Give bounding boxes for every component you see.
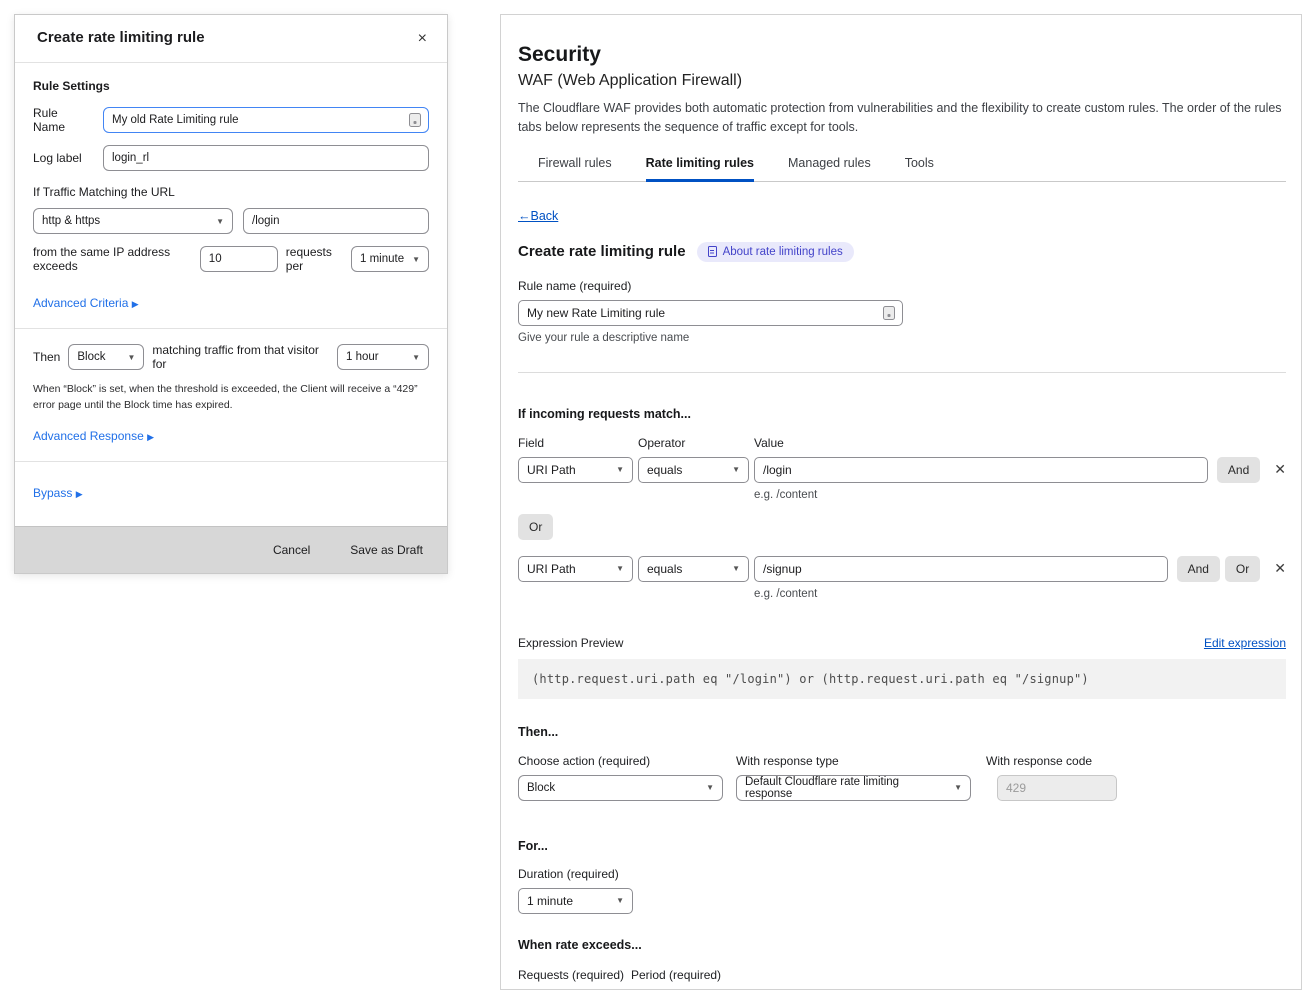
rule-name-input[interactable] bbox=[518, 300, 903, 326]
and-button[interactable]: And bbox=[1177, 556, 1220, 582]
rule-name-helper: Give your rule a descriptive name bbox=[518, 332, 1286, 344]
rule-name-input[interactable] bbox=[103, 107, 429, 133]
field-select[interactable]: URI Path ▼ bbox=[518, 457, 633, 483]
autofill-icon[interactable] bbox=[409, 113, 421, 127]
security-waf-panel: Security WAF (Web Application Firewall) … bbox=[500, 14, 1302, 990]
field-select[interactable]: URI Path ▼ bbox=[518, 556, 633, 582]
rule-name-label: Rule Name bbox=[33, 106, 93, 134]
modal-header: Create rate limiting rule × bbox=[15, 15, 447, 63]
cancel-button[interactable]: Cancel bbox=[273, 543, 310, 557]
for-heading: For... bbox=[518, 839, 1286, 853]
advanced-criteria-link[interactable]: Advanced Criteria ▶ bbox=[33, 296, 139, 310]
chevron-down-icon: ▼ bbox=[732, 465, 740, 474]
response-code-label: With response code bbox=[986, 754, 1092, 768]
period-select[interactable]: 1 minute ▼ bbox=[351, 246, 429, 272]
triangle-right-icon: ▶ bbox=[147, 432, 154, 442]
then-middle-text: matching traffic from that visitor for bbox=[152, 343, 329, 371]
ban-period-select[interactable]: 1 hour ▼ bbox=[337, 344, 429, 370]
chevron-down-icon: ▼ bbox=[412, 255, 420, 264]
requests-label: Requests (required) bbox=[518, 968, 631, 982]
or-button[interactable]: Or bbox=[1225, 556, 1260, 582]
tab-firewall-rules[interactable]: Firewall rules bbox=[538, 156, 612, 182]
chevron-down-icon: ▼ bbox=[732, 564, 740, 573]
block-note-text: When “Block” is set, when the threshold … bbox=[33, 382, 429, 414]
condition-row: URI Path ▼ equals ▼ And Or ✕ bbox=[518, 556, 1286, 582]
traffic-matching-heading: If Traffic Matching the URL bbox=[33, 185, 429, 199]
operator-column-label: Operator bbox=[638, 436, 749, 450]
autofill-icon[interactable] bbox=[883, 306, 895, 320]
response-code-input bbox=[997, 775, 1117, 801]
chevron-down-icon: ▼ bbox=[412, 353, 420, 362]
then-heading: Then... bbox=[518, 725, 1286, 739]
value-column-label: Value bbox=[754, 436, 784, 450]
match-heading: If incoming requests match... bbox=[518, 407, 1286, 421]
modal-body: Rule Settings Rule Name Log label If Tra… bbox=[15, 63, 447, 526]
tab-rate-limiting-rules[interactable]: Rate limiting rules bbox=[646, 156, 754, 182]
close-icon[interactable]: × bbox=[414, 29, 431, 49]
action-select[interactable]: Block ▼ bbox=[518, 775, 723, 801]
expression-preview-code: (http.request.uri.path eq "/login") or (… bbox=[518, 659, 1286, 699]
rate-heading: When rate exceeds... bbox=[518, 938, 1286, 952]
threshold-input[interactable] bbox=[200, 246, 278, 272]
operator-select[interactable]: equals ▼ bbox=[638, 556, 749, 582]
expression-preview-label: Expression Preview bbox=[518, 636, 623, 650]
then-text: Then bbox=[33, 350, 60, 364]
scheme-select[interactable]: http & https ▼ bbox=[33, 208, 233, 234]
field-column-label: Field bbox=[518, 436, 633, 450]
chevron-down-icon: ▼ bbox=[616, 896, 624, 905]
chevron-down-icon: ▼ bbox=[706, 783, 714, 792]
value-helper: e.g. /content bbox=[754, 489, 1286, 501]
requests-input[interactable] bbox=[518, 989, 621, 991]
duration-select[interactable]: 1 minute ▼ bbox=[518, 888, 633, 914]
triangle-right-icon: ▶ bbox=[132, 299, 139, 309]
url-input[interactable] bbox=[243, 208, 429, 234]
value-input[interactable] bbox=[754, 457, 1208, 483]
period-label: Period (required) bbox=[631, 968, 721, 982]
page-title: Security bbox=[518, 43, 1286, 67]
document-icon bbox=[708, 246, 717, 257]
rule-settings-heading: Rule Settings bbox=[33, 79, 429, 93]
triangle-right-icon: ▶ bbox=[76, 489, 83, 499]
tab-tools[interactable]: Tools bbox=[905, 156, 934, 182]
action-select[interactable]: Block ▼ bbox=[68, 344, 144, 370]
about-rate-limiting-badge[interactable]: About rate limiting rules bbox=[697, 242, 854, 262]
page-subtitle: WAF (Web Application Firewall) bbox=[518, 72, 1286, 90]
modal-title: Create rate limiting rule bbox=[37, 29, 205, 46]
log-label-label: Log label bbox=[33, 151, 93, 165]
back-link[interactable]: ←Back bbox=[518, 209, 558, 223]
and-button[interactable]: And bbox=[1217, 457, 1260, 483]
operator-select[interactable]: equals ▼ bbox=[638, 457, 749, 483]
waf-tabs: Firewall rules Rate limiting rules Manag… bbox=[518, 156, 1286, 182]
advanced-response-link[interactable]: Advanced Response ▶ bbox=[33, 429, 154, 443]
duration-label: Duration (required) bbox=[518, 867, 1286, 881]
chevron-down-icon: ▼ bbox=[127, 353, 135, 362]
remove-condition-icon[interactable]: ✕ bbox=[1274, 461, 1286, 478]
threshold-prefix-text: from the same IP address exceeds bbox=[33, 245, 192, 273]
chevron-down-icon: ▼ bbox=[954, 783, 962, 792]
modal-footer: Cancel Save as Draft bbox=[15, 526, 447, 573]
chevron-down-icon: ▼ bbox=[616, 465, 624, 474]
response-type-label: With response type bbox=[736, 754, 986, 768]
save-as-draft-button[interactable]: Save as Draft bbox=[350, 543, 423, 557]
bypass-link[interactable]: Bypass ▶ bbox=[33, 486, 83, 500]
arrow-left-icon: ← bbox=[518, 209, 531, 223]
remove-condition-icon[interactable]: ✕ bbox=[1274, 560, 1286, 577]
response-type-select[interactable]: Default Cloudflare rate limiting respons… bbox=[736, 775, 971, 801]
or-button[interactable]: Or bbox=[518, 514, 553, 540]
create-rate-limiting-rule-modal: Create rate limiting rule × Rule Setting… bbox=[14, 14, 448, 574]
chevron-down-icon: ▼ bbox=[216, 217, 224, 226]
condition-row: URI Path ▼ equals ▼ And ✕ bbox=[518, 457, 1286, 483]
choose-action-label: Choose action (required) bbox=[518, 754, 736, 768]
tab-managed-rules[interactable]: Managed rules bbox=[788, 156, 871, 182]
form-title: Create rate limiting rule bbox=[518, 243, 686, 260]
rate-period-select[interactable]: 1 minute ▼ bbox=[631, 989, 738, 991]
page-description: The Cloudflare WAF provides both automat… bbox=[518, 99, 1286, 137]
log-label-input[interactable] bbox=[103, 145, 429, 171]
rule-name-label: Rule name (required) bbox=[518, 279, 1286, 293]
value-helper: e.g. /content bbox=[754, 588, 1286, 600]
value-input[interactable] bbox=[754, 556, 1168, 582]
threshold-suffix-text: requests per bbox=[286, 245, 343, 273]
edit-expression-link[interactable]: Edit expression bbox=[1204, 636, 1286, 650]
chevron-down-icon: ▼ bbox=[616, 564, 624, 573]
